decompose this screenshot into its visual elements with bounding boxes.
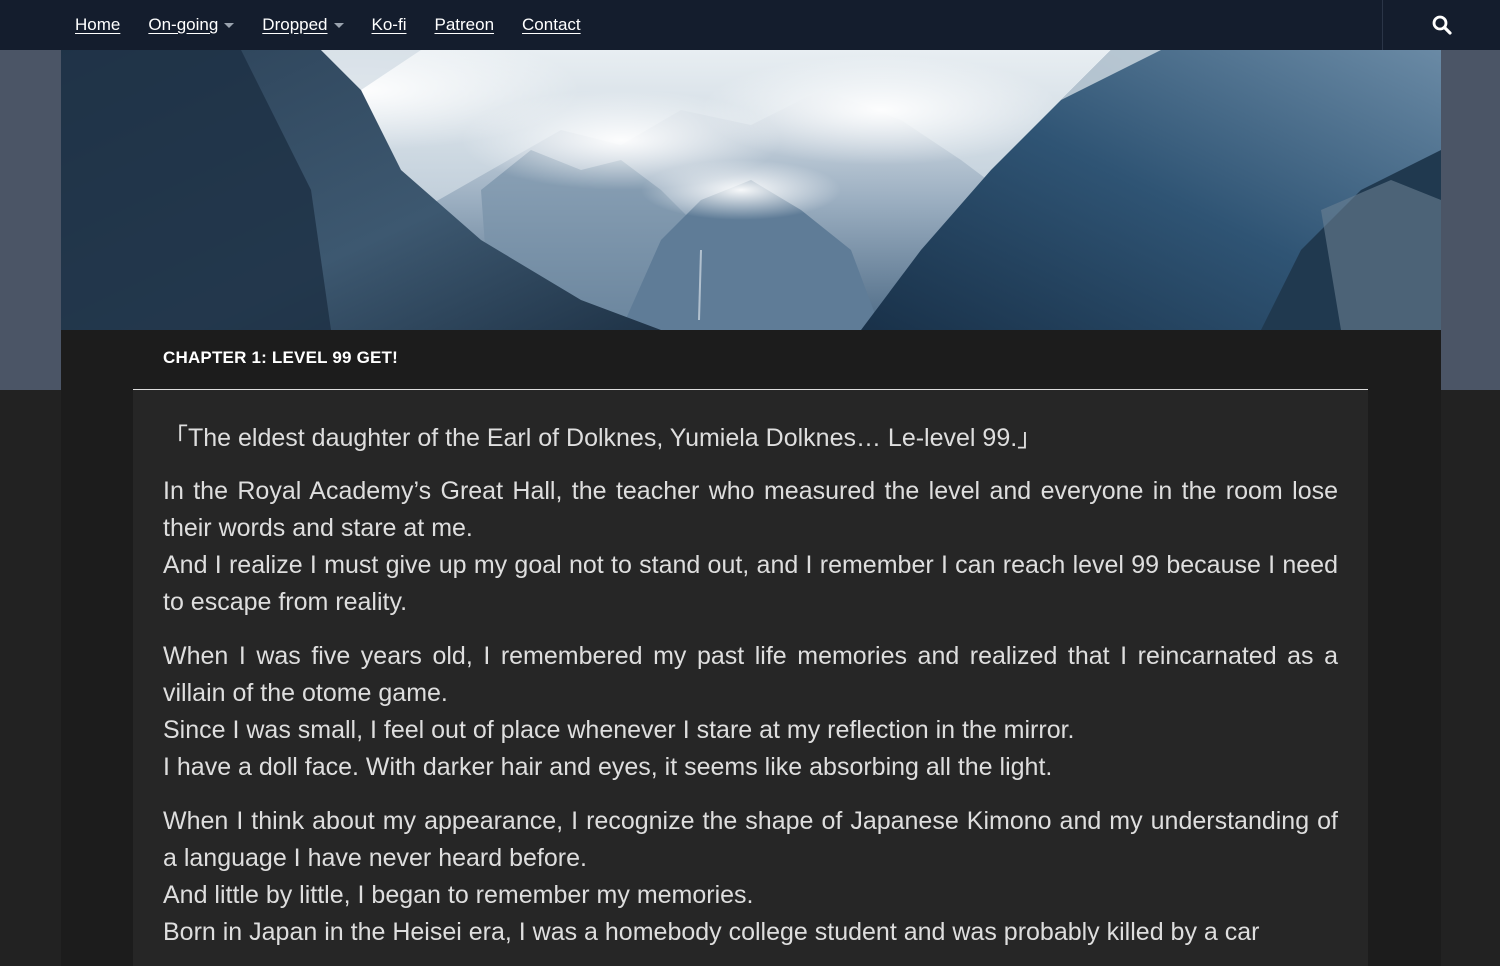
text-line: When I think about my appearance, I reco…	[163, 807, 1338, 872]
nav-dropped-label: Dropped	[262, 15, 328, 34]
nav-home-link[interactable]: Home	[75, 15, 120, 35]
text-line: Born in Japan in the Heisei era, I was a…	[163, 918, 1260, 946]
search-icon	[1432, 15, 1452, 35]
text-line: 「The eldest daughter of the Earl of Dolk…	[163, 424, 1043, 452]
nav-ongoing-link[interactable]: On-going	[148, 15, 235, 35]
nav-patreon-label: Patreon	[434, 15, 495, 34]
paragraph: When I think about my appearance, I reco…	[163, 803, 1338, 951]
nav-home-label: Home	[75, 15, 121, 34]
chevron-down-icon	[333, 22, 344, 28]
chapter-content: 「The eldest daughter of the Earl of Dolk…	[133, 390, 1368, 966]
nav-contact-label: Contact	[522, 15, 581, 34]
chevron-down-icon	[224, 22, 235, 28]
text-line: And I realize I must give up my goal not…	[163, 551, 1338, 616]
nav-contact-link[interactable]: Contact	[522, 15, 581, 35]
page-title: CHAPTER 1: LEVEL 99 GET!	[163, 348, 398, 367]
text-line: And little by little, I began to remembe…	[163, 881, 754, 909]
nav-kofi-label: Ko-fi	[371, 15, 407, 34]
text-line: I have a doll face. With darker hair and…	[163, 753, 1053, 781]
nav-dropped-link[interactable]: Dropped	[262, 15, 344, 35]
paragraph: 「The eldest daughter of the Earl of Dolk…	[163, 420, 1338, 457]
main-menu: Home On-going Dropped Ko-fi Patreon Cont…	[75, 0, 581, 50]
nav-ongoing-label: On-going	[148, 15, 219, 34]
mountain-landscape-image	[61, 50, 1441, 330]
search-button[interactable]	[1382, 0, 1500, 50]
text-line: When I was five years old, I remembered …	[163, 642, 1338, 707]
page-container: CHAPTER 1: LEVEL 99 GET! 「The eldest dau…	[61, 50, 1441, 966]
paragraph: In the Royal Academy’s Great Hall, the t…	[163, 473, 1338, 621]
header-image	[61, 50, 1441, 330]
nav-kofi-link[interactable]: Ko-fi	[372, 15, 407, 35]
paragraph: When I was five years old, I remembered …	[163, 638, 1338, 786]
text-line: Since I was small, I feel out of place w…	[163, 716, 1075, 744]
text-line: In the Royal Academy’s Great Hall, the t…	[163, 477, 1338, 542]
nav-patreon-link[interactable]: Patreon	[434, 15, 494, 35]
top-navigation-bar: Home On-going Dropped Ko-fi Patreon Cont…	[0, 0, 1500, 50]
chapter-body: 「The eldest daughter of the Earl of Dolk…	[163, 420, 1338, 966]
